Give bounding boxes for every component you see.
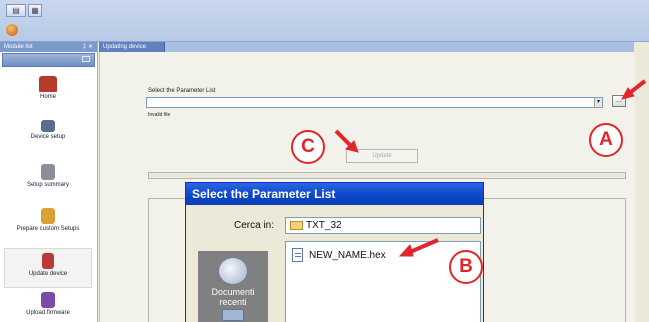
arrow-b-head (398, 243, 414, 257)
callout-b: B (449, 250, 483, 284)
application-window: ▤ ▦ Module list ‡ ✕ Home Device setup Se… (0, 0, 649, 322)
callout-c: C (291, 130, 325, 164)
arrow-c (334, 129, 354, 149)
arrow-b (409, 238, 439, 254)
annotation-arrows (334, 79, 647, 257)
callout-a: A (589, 123, 623, 157)
